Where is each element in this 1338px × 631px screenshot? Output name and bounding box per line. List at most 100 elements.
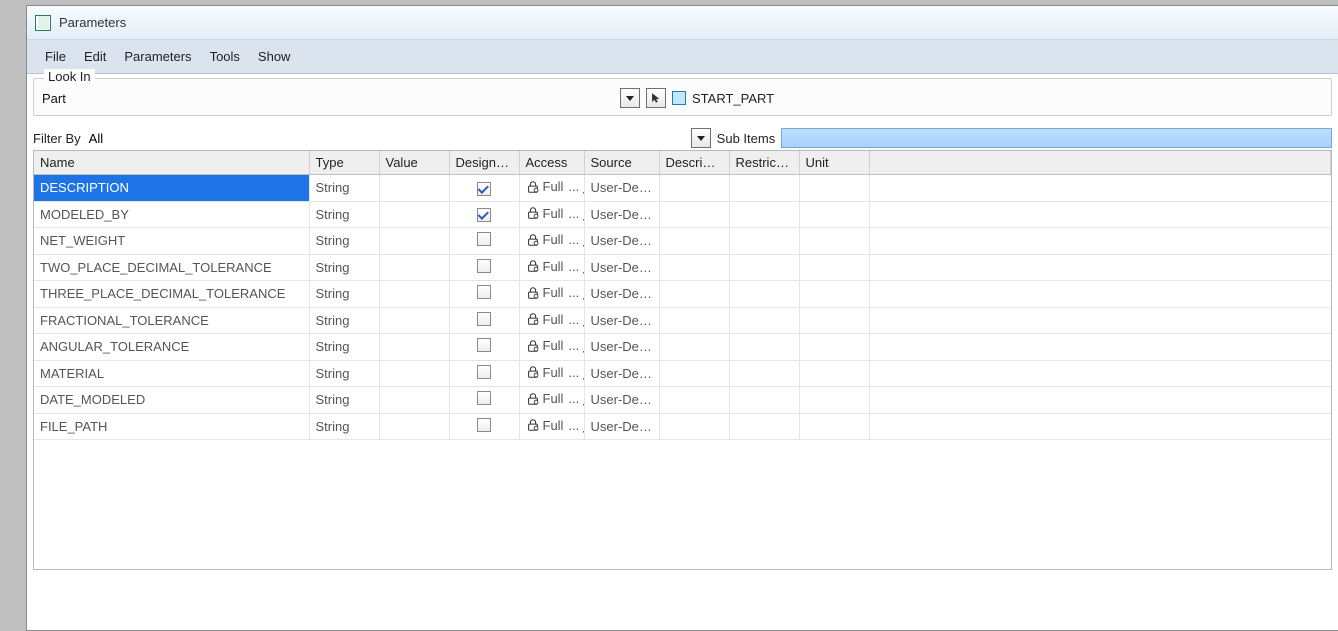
access-ellipsis[interactable]: ... bbox=[566, 312, 581, 327]
cell-designate[interactable] bbox=[449, 201, 519, 228]
cell-type[interactable]: String bbox=[309, 228, 379, 255]
header-designate[interactable]: Designate bbox=[449, 151, 519, 175]
cell-description[interactable] bbox=[659, 387, 729, 414]
header-value[interactable]: Value bbox=[379, 151, 449, 175]
lookin-select[interactable]: Part bbox=[40, 87, 640, 109]
filter-dropdown-button[interactable] bbox=[691, 128, 711, 148]
table-row[interactable]: FRACTIONAL_TOLERANCEString Full...User-De… bbox=[34, 307, 1331, 334]
cell-unit[interactable] bbox=[799, 334, 869, 361]
cell-unit[interactable] bbox=[799, 281, 869, 308]
header-source[interactable]: Source bbox=[584, 151, 659, 175]
cell-type[interactable]: String bbox=[309, 413, 379, 440]
cell-type[interactable]: String bbox=[309, 307, 379, 334]
cell-restricted[interactable] bbox=[729, 228, 799, 255]
cell-type[interactable]: String bbox=[309, 334, 379, 361]
header-description[interactable]: Descripti... bbox=[659, 151, 729, 175]
cell-name[interactable]: TWO_PLACE_DECIMAL_TOLERANCE bbox=[34, 254, 309, 281]
access-ellipsis[interactable]: ... bbox=[566, 179, 581, 194]
cell-description[interactable] bbox=[659, 254, 729, 281]
cell-unit[interactable] bbox=[799, 360, 869, 387]
table-row[interactable]: ANGULAR_TOLERANCEString Full...User-Def..… bbox=[34, 334, 1331, 361]
cell-type[interactable]: String bbox=[309, 281, 379, 308]
cell-unit[interactable] bbox=[799, 175, 869, 202]
designate-checkbox[interactable] bbox=[477, 338, 491, 352]
cell-designate[interactable] bbox=[449, 254, 519, 281]
cell-value[interactable] bbox=[379, 413, 449, 440]
cell-source[interactable]: User-Def... bbox=[584, 175, 659, 202]
cell-access[interactable]: Full... bbox=[519, 307, 584, 334]
cell-source[interactable]: User-Def... bbox=[584, 360, 659, 387]
cell-value[interactable] bbox=[379, 307, 449, 334]
cell-access[interactable]: Full... bbox=[519, 387, 584, 414]
cell-source[interactable]: User-Def... bbox=[584, 334, 659, 361]
cell-value[interactable] bbox=[379, 228, 449, 255]
cell-designate[interactable] bbox=[449, 387, 519, 414]
cell-description[interactable] bbox=[659, 201, 729, 228]
cell-description[interactable] bbox=[659, 413, 729, 440]
access-ellipsis[interactable]: ... bbox=[566, 391, 581, 406]
cell-type[interactable]: String bbox=[309, 360, 379, 387]
cell-designate[interactable] bbox=[449, 175, 519, 202]
cell-unit[interactable] bbox=[799, 254, 869, 281]
cell-source[interactable]: User-Def... bbox=[584, 413, 659, 440]
cell-value[interactable] bbox=[379, 175, 449, 202]
cell-value[interactable] bbox=[379, 281, 449, 308]
cell-description[interactable] bbox=[659, 175, 729, 202]
cell-access[interactable]: Full... bbox=[519, 334, 584, 361]
table-row[interactable]: TWO_PLACE_DECIMAL_TOLERANCEStringFull...… bbox=[34, 254, 1331, 281]
menu-file[interactable]: File bbox=[37, 43, 74, 70]
cell-name[interactable]: ANGULAR_TOLERANCE bbox=[34, 334, 309, 361]
access-ellipsis[interactable]: ... bbox=[566, 206, 581, 221]
access-ellipsis[interactable]: ... bbox=[566, 338, 581, 353]
cell-type[interactable]: String bbox=[309, 201, 379, 228]
table-row[interactable]: NET_WEIGHTStringFull...User-Def... bbox=[34, 228, 1331, 255]
table-row[interactable]: THREE_PLACE_DECIMAL_TOLERANCEString Full.… bbox=[34, 281, 1331, 308]
cell-unit[interactable] bbox=[799, 201, 869, 228]
cell-designate[interactable] bbox=[449, 307, 519, 334]
cell-name[interactable]: FRACTIONAL_TOLERANCE bbox=[34, 307, 309, 334]
cell-name[interactable]: THREE_PLACE_DECIMAL_TOLERANCE bbox=[34, 281, 309, 308]
header-type[interactable]: Type bbox=[309, 151, 379, 175]
designate-checkbox[interactable] bbox=[477, 232, 491, 246]
cell-designate[interactable] bbox=[449, 413, 519, 440]
cell-access[interactable]: Full... bbox=[519, 201, 584, 228]
cell-designate[interactable] bbox=[449, 281, 519, 308]
header-restricted[interactable]: Restricted bbox=[729, 151, 799, 175]
cell-access[interactable]: Full... bbox=[519, 360, 584, 387]
cell-name[interactable]: FILE_PATH bbox=[34, 413, 309, 440]
sub-items-field[interactable] bbox=[781, 128, 1332, 148]
cell-restricted[interactable] bbox=[729, 360, 799, 387]
cell-restricted[interactable] bbox=[729, 334, 799, 361]
cell-name[interactable]: DESCRIPTION bbox=[34, 175, 309, 202]
cell-access[interactable]: Full... bbox=[519, 175, 584, 202]
designate-checkbox[interactable] bbox=[477, 208, 491, 222]
cell-designate[interactable] bbox=[449, 334, 519, 361]
cell-restricted[interactable] bbox=[729, 281, 799, 308]
cell-restricted[interactable] bbox=[729, 175, 799, 202]
cell-restricted[interactable] bbox=[729, 307, 799, 334]
filter-select[interactable]: All bbox=[87, 128, 711, 148]
cell-value[interactable] bbox=[379, 387, 449, 414]
table-row[interactable]: DESCRIPTIONStringFull...User-Def... bbox=[34, 175, 1331, 202]
table-row[interactable]: MATERIALStringFull...User-Def... bbox=[34, 360, 1331, 387]
cell-type[interactable]: String bbox=[309, 254, 379, 281]
designate-checkbox[interactable] bbox=[477, 285, 491, 299]
designate-checkbox[interactable] bbox=[477, 312, 491, 326]
lookin-dropdown-button[interactable] bbox=[620, 88, 640, 108]
cell-value[interactable] bbox=[379, 254, 449, 281]
header-access[interactable]: Access bbox=[519, 151, 584, 175]
cell-access[interactable]: Full... bbox=[519, 281, 584, 308]
table-row[interactable]: DATE_MODELEDStringFull...User-Def... bbox=[34, 387, 1331, 414]
cell-value[interactable] bbox=[379, 201, 449, 228]
cell-unit[interactable] bbox=[799, 413, 869, 440]
header-unit[interactable]: Unit bbox=[799, 151, 869, 175]
menu-parameters[interactable]: Parameters bbox=[116, 43, 199, 70]
cell-description[interactable] bbox=[659, 228, 729, 255]
access-ellipsis[interactable]: ... bbox=[566, 365, 581, 380]
cell-source[interactable]: User-Def... bbox=[584, 307, 659, 334]
table-row[interactable]: FILE_PATHStringFull...User-Def... bbox=[34, 413, 1331, 440]
cell-restricted[interactable] bbox=[729, 387, 799, 414]
cell-name[interactable]: NET_WEIGHT bbox=[34, 228, 309, 255]
select-pointer-button[interactable] bbox=[646, 88, 666, 108]
cell-value[interactable] bbox=[379, 360, 449, 387]
